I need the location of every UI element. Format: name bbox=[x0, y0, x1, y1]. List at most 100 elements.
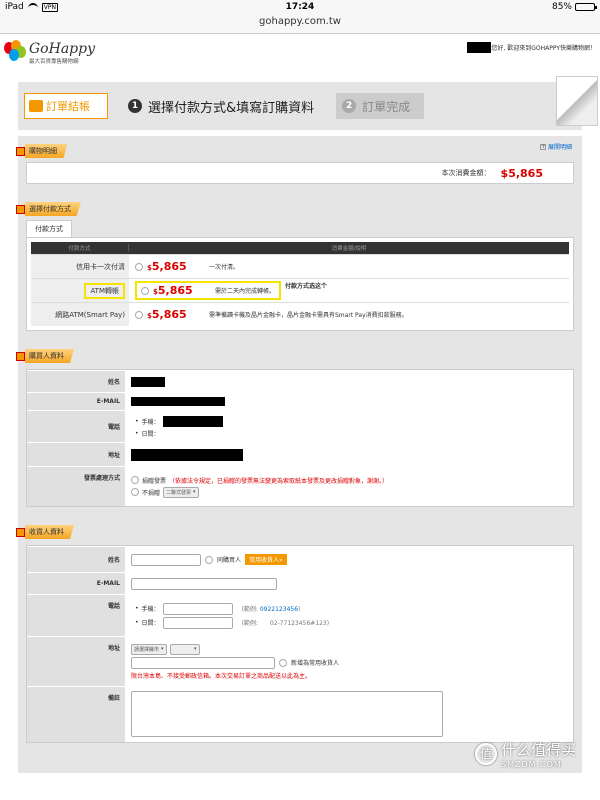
method-description: 需於二天內完成轉帳。 bbox=[215, 288, 276, 295]
recipient-day-phone-input[interactable] bbox=[162, 616, 233, 629]
expand-details-link[interactable]: + 展開明細 bbox=[539, 142, 572, 151]
buyer-address-label: 地址 bbox=[27, 443, 125, 466]
total-value: $5,865 bbox=[500, 166, 543, 180]
remark-label: 備註 bbox=[27, 687, 125, 742]
donate-label: 捐贈發票 bbox=[142, 477, 167, 485]
recipient-email-label: E-MAIL bbox=[27, 573, 125, 594]
payment-radio-credit[interactable] bbox=[135, 262, 143, 271]
atm-highlight-box: $5,865 需於二天內完成轉帳。 bbox=[135, 281, 282, 300]
district-select[interactable]: ▾ bbox=[169, 643, 200, 655]
donate-note: （依據法令規定，已捐贈的發票無法變更為索取紙本發票及更改捐贈對象，謝謝。） bbox=[169, 477, 389, 485]
battery-icon bbox=[575, 3, 597, 11]
payment-radio-atm[interactable] bbox=[141, 286, 149, 295]
recipient-address-input[interactable] bbox=[131, 656, 275, 669]
save-common-label: 新增為常用收貨人 bbox=[291, 660, 340, 667]
chevron-down-icon: ▾ bbox=[161, 646, 164, 652]
watermark-line1: 什么值得买 bbox=[500, 741, 576, 759]
method-label: 網路ATM(Smart Pay) bbox=[31, 303, 129, 326]
amount: 5,865 bbox=[151, 260, 187, 273]
site-header: GoHappy 最大百貨專售購物網 您好, 歡迎來到GOHAPPY快樂購物網！ bbox=[0, 34, 600, 82]
no-donate-label: 不捐贈 bbox=[142, 489, 161, 497]
step-payment-label: 選擇付款方式&填寫訂購資料 bbox=[148, 100, 315, 116]
method-label: ATM轉帳 bbox=[84, 283, 125, 299]
common-recipient-button[interactable]: 常用收貨人» bbox=[245, 554, 287, 565]
status-bar: iPad VPN 17:24 85% bbox=[0, 0, 600, 14]
welcome-text: 您好, 歡迎來到GOHAPPY快樂購物網！ bbox=[491, 45, 596, 52]
payment-row-atm[interactable]: ATM轉帳 $5,865 需於二天內完成轉帳。 付款方式选这个 bbox=[31, 278, 569, 302]
recipient-address-label: 地址 bbox=[27, 637, 125, 686]
invoice-label: 發票處理方式 bbox=[27, 467, 125, 506]
logo-tagline: 最大百貨專售購物網 bbox=[29, 59, 79, 65]
col-amount: 消費金額/說明 bbox=[331, 246, 367, 252]
buyer-name-label: 姓名 bbox=[27, 371, 125, 392]
recipient-phone-label: 電話 bbox=[27, 595, 125, 636]
invoice-type-select[interactable]: 二聯式發票 ▾ bbox=[163, 486, 199, 498]
no-donate-radio[interactable] bbox=[131, 488, 139, 496]
payment-row-smartpay[interactable]: 網路ATM(Smart Pay) $5,865 需準備讀卡機及晶片金融卡，晶片金… bbox=[31, 302, 569, 326]
recipient-email-input[interactable] bbox=[131, 577, 277, 590]
payment-radio-smartpay[interactable] bbox=[135, 310, 143, 319]
smzdm-watermark: 值 什么值得买 SMZDM.COM bbox=[474, 739, 576, 769]
payment-table: 付款方式 消費金額/說明 信用卡一次付清 $5,865 一次付清。 ATM轉帳 … bbox=[26, 237, 574, 331]
chevron-down-icon: ▾ bbox=[194, 646, 197, 652]
address-bar[interactable]: gohappy.com.tw bbox=[0, 14, 600, 34]
recipient-name-label: 姓名 bbox=[27, 547, 125, 572]
payment-section: 選擇付款方式 付款方式 付款方式 消費金額/說明 信用卡一次付清 $5,865 … bbox=[16, 194, 582, 341]
section-bullet-icon bbox=[16, 146, 25, 156]
col-method: 付款方式 bbox=[31, 244, 129, 252]
city-select-value: 請選擇縣市 bbox=[134, 646, 160, 653]
buyer-email-label: E-MAIL bbox=[27, 393, 125, 410]
remark-textarea[interactable] bbox=[131, 691, 443, 737]
cart-icon bbox=[29, 100, 43, 112]
amount: 5,865 bbox=[157, 284, 193, 297]
redacted-address bbox=[131, 448, 243, 461]
step-number-2: 2 bbox=[342, 99, 357, 113]
cart-section-header: 購物明細 bbox=[16, 144, 574, 158]
step-checkout-label: 訂單結帳 bbox=[46, 100, 90, 113]
section-bullet-icon bbox=[16, 351, 25, 361]
same-as-buyer-checkbox[interactable] bbox=[205, 555, 213, 564]
payment-row-credit[interactable]: 信用卡一次付清 $5,865 一次付清。 bbox=[31, 254, 569, 278]
mobile-label: 手機： bbox=[141, 606, 160, 613]
recipient-mobile-input[interactable] bbox=[162, 602, 233, 615]
section-bullet-icon bbox=[16, 527, 25, 537]
payment-table-header: 付款方式 消費金額/說明 bbox=[31, 242, 569, 254]
mobile-example-value: 0922123456 bbox=[259, 606, 299, 613]
clock: 17:24 bbox=[285, 2, 315, 12]
city-select[interactable]: 請選擇縣市 ▾ bbox=[131, 643, 167, 655]
balloon-logo-icon bbox=[4, 40, 26, 66]
mobile-label: 手機： bbox=[141, 418, 160, 426]
save-common-checkbox[interactable] bbox=[279, 658, 287, 667]
cart-section-title: 購物明細 bbox=[25, 144, 67, 158]
redacted-username bbox=[467, 42, 492, 53]
redacted-mobile bbox=[162, 415, 223, 427]
site-logo[interactable]: GoHappy 最大百貨專售購物網 bbox=[4, 40, 95, 66]
step-number-1: 1 bbox=[128, 99, 142, 113]
payment-section-header: 選擇付款方式 bbox=[16, 202, 574, 216]
donate-radio[interactable] bbox=[131, 476, 139, 484]
recipient-form: 姓名 同購買人 常用收貨人» E-MAIL 電話 • 手機： (範例: 09221 bbox=[26, 545, 574, 743]
mobile-example-suffix: ) bbox=[298, 606, 301, 613]
plus-icon: + bbox=[539, 142, 547, 150]
recipient-section-header: 收貨人資料 bbox=[16, 525, 574, 539]
expand-details-label: 展開明細 bbox=[547, 144, 572, 151]
chevron-down-icon: ▾ bbox=[193, 489, 196, 495]
cart-total-row: 本次消費金額： $5,865 bbox=[26, 162, 574, 184]
day-phone-label: 日間： bbox=[141, 430, 160, 438]
buyer-section: 購買人資料 姓名 E-MAIL 電話 •手機： •日間： 地址 發票處理方式 bbox=[16, 341, 582, 517]
buyer-phone-label: 電話 bbox=[27, 411, 125, 442]
buyer-section-title: 購買人資料 bbox=[25, 349, 74, 363]
buyer-section-header: 購買人資料 bbox=[16, 349, 574, 363]
checkout-steps: 訂單結帳 1 選擇付款方式&填寫訂購資料 2 訂單完成 bbox=[18, 76, 598, 130]
annotation-note: 付款方式选这个 bbox=[285, 283, 328, 290]
redacted-name bbox=[131, 376, 165, 387]
method-label: 信用卡一次付清 bbox=[31, 255, 129, 278]
recipient-section-title: 收貨人資料 bbox=[25, 525, 74, 539]
total-label: 本次消費金額： bbox=[441, 169, 491, 177]
logo-name: GoHappy bbox=[29, 41, 96, 57]
same-as-buyer-label: 同購買人 bbox=[217, 557, 242, 564]
section-bullet-icon bbox=[16, 204, 25, 214]
tab-payment-method[interactable]: 付款方式 bbox=[26, 220, 72, 237]
redacted-email bbox=[131, 397, 225, 406]
recipient-name-input[interactable] bbox=[131, 553, 201, 566]
